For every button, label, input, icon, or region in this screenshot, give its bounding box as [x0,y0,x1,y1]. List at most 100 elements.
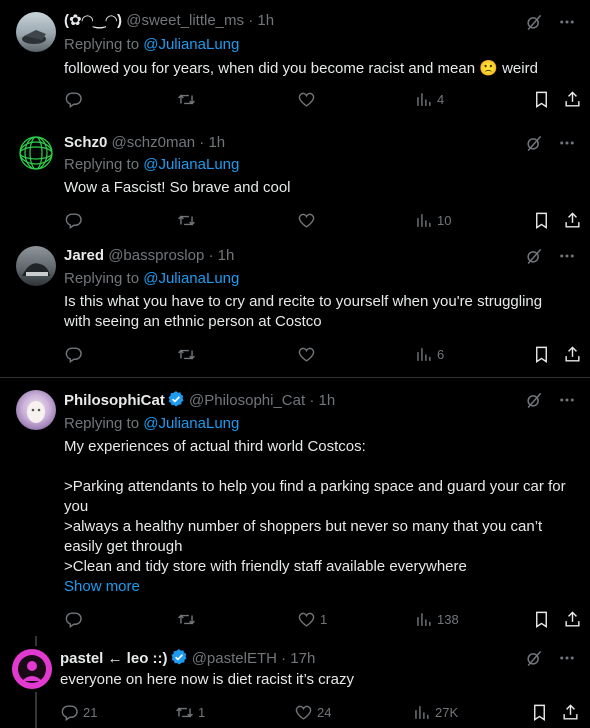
views-count: 6 [437,347,445,362]
like-icon [297,610,316,629]
tweet[interactable]: PhilosophiCat @Philosophi_Cat · 1h Reply… [0,378,590,636]
share-button[interactable] [561,703,580,722]
repost-icon [177,345,196,364]
repost-button[interactable] [177,345,196,364]
share-icon [561,703,580,722]
tweet-text-line: followed you for years, when did you bec… [64,60,538,77]
display-name[interactable]: PhilosophiCat [64,392,165,409]
more-icon[interactable] [558,134,576,152]
action-bar: 1 138 [0,610,590,630]
timestamp[interactable]: 1h [208,134,225,151]
more-icon[interactable] [558,649,576,667]
display-name[interactable]: Jared [64,247,104,264]
grok-icon[interactable] [524,648,544,668]
grok-icon[interactable] [524,133,544,153]
replying-to: Replying to @JulianaLung [64,35,239,55]
timestamp[interactable]: 17h [290,650,315,667]
like-button[interactable] [297,90,316,109]
handle[interactable]: @Philosophi_Cat [189,392,305,409]
views-button[interactable]: 6 [414,345,444,364]
views-button[interactable]: 4 [414,90,444,109]
avatar[interactable] [16,246,56,286]
like-button[interactable]: 1 [297,610,327,629]
reply-button[interactable] [64,345,83,364]
handle[interactable]: @bassproslop [108,247,204,264]
bookmark-button[interactable] [532,211,551,230]
more-icon[interactable] [558,13,576,31]
verified-badge-icon[interactable] [170,648,188,666]
action-bar: 10 [0,211,590,231]
bookmark-icon [532,90,551,109]
repost-icon [177,211,196,230]
verified-badge-icon[interactable] [167,390,185,408]
views-button[interactable]: 138 [414,610,459,629]
avatar[interactable] [16,133,56,173]
share-button[interactable] [563,211,582,230]
timestamp[interactable]: 1h [218,247,235,264]
handle[interactable]: @sweet_little_ms [126,12,244,29]
bookmark-icon [530,703,549,722]
share-button[interactable] [563,345,582,364]
display-name[interactable]: pastel ← leo ::) [60,650,168,667]
grok-icon[interactable] [524,246,544,266]
more-icon[interactable] [558,391,576,409]
grok-icon[interactable] [524,12,544,32]
repost-button[interactable] [177,90,196,109]
like-button[interactable] [297,345,316,364]
views-button[interactable]: 27K [412,703,458,722]
like-icon [297,211,316,230]
likes-count: 24 [317,705,332,720]
share-button[interactable] [563,90,582,109]
timestamp[interactable]: 1h [257,12,274,29]
like-icon [294,703,313,722]
share-button[interactable] [563,610,582,629]
show-more-link[interactable]: Show more [64,577,140,597]
like-button[interactable]: 24 [294,703,331,722]
tweet[interactable]: (✿◠‿◠) @sweet_little_ms · 1h Replying to… [0,0,590,118]
tweet-text: followed you for years, when did you bec… [64,59,574,79]
tweet-text-line: Wow a Fascist! So brave and cool [64,179,291,196]
views-button[interactable]: 10 [414,211,451,230]
tweet-text: everyone on here now is diet racist it’s… [60,670,580,690]
grok-icon[interactable] [524,390,544,410]
tweet-text-line: easily get through [64,538,183,555]
tweet-text: Is this what you have to cry and recite … [64,292,584,332]
repost-button[interactable] [177,610,196,629]
views-icon [414,90,433,109]
reply-icon [64,90,83,109]
tweet[interactable]: Jared @bassproslop · 1h Replying to @Jul… [0,238,590,376]
reply-button[interactable] [64,610,83,629]
mention-link[interactable]: @JulianaLung [143,156,239,173]
repost-button[interactable] [177,211,196,230]
bookmark-button[interactable] [530,703,549,722]
thread-line [35,636,37,646]
bookmark-button[interactable] [532,610,551,629]
tweet[interactable]: Schz0 @schz0man · 1h Replying to @Julian… [0,124,590,238]
avatar[interactable] [12,649,52,689]
views-icon [412,703,431,722]
mention-link[interactable]: @JulianaLung [143,36,239,53]
tweet-header: PhilosophiCat @Philosophi_Cat · 1h [64,390,335,411]
tweet[interactable]: pastel ← leo ::) @pastelETH · 17h everyo… [0,636,590,728]
bookmark-button[interactable] [532,345,551,364]
reply-icon [60,703,79,722]
display-name[interactable]: (✿◠‿◠) [64,12,122,29]
avatar[interactable] [16,390,56,430]
reply-button[interactable] [64,90,83,109]
mention-link[interactable]: @JulianaLung [143,270,239,287]
more-icon[interactable] [558,247,576,265]
reply-button[interactable] [64,211,83,230]
handle[interactable]: @schz0man [112,134,196,151]
replying-to: Replying to @JulianaLung [64,414,239,434]
repost-button[interactable]: 1 [175,703,205,722]
mention-link[interactable]: @JulianaLung [143,415,239,432]
timestamp[interactable]: 1h [319,392,336,409]
display-name[interactable]: Schz0 [64,134,107,151]
like-button[interactable] [297,211,316,230]
handle[interactable]: @pastelETH [192,650,277,667]
reply-button[interactable]: 21 [60,703,97,722]
tweet-text-line: you [64,498,89,515]
views-count: 10 [437,213,452,228]
avatar[interactable] [16,12,56,52]
bookmark-button[interactable] [532,90,551,109]
